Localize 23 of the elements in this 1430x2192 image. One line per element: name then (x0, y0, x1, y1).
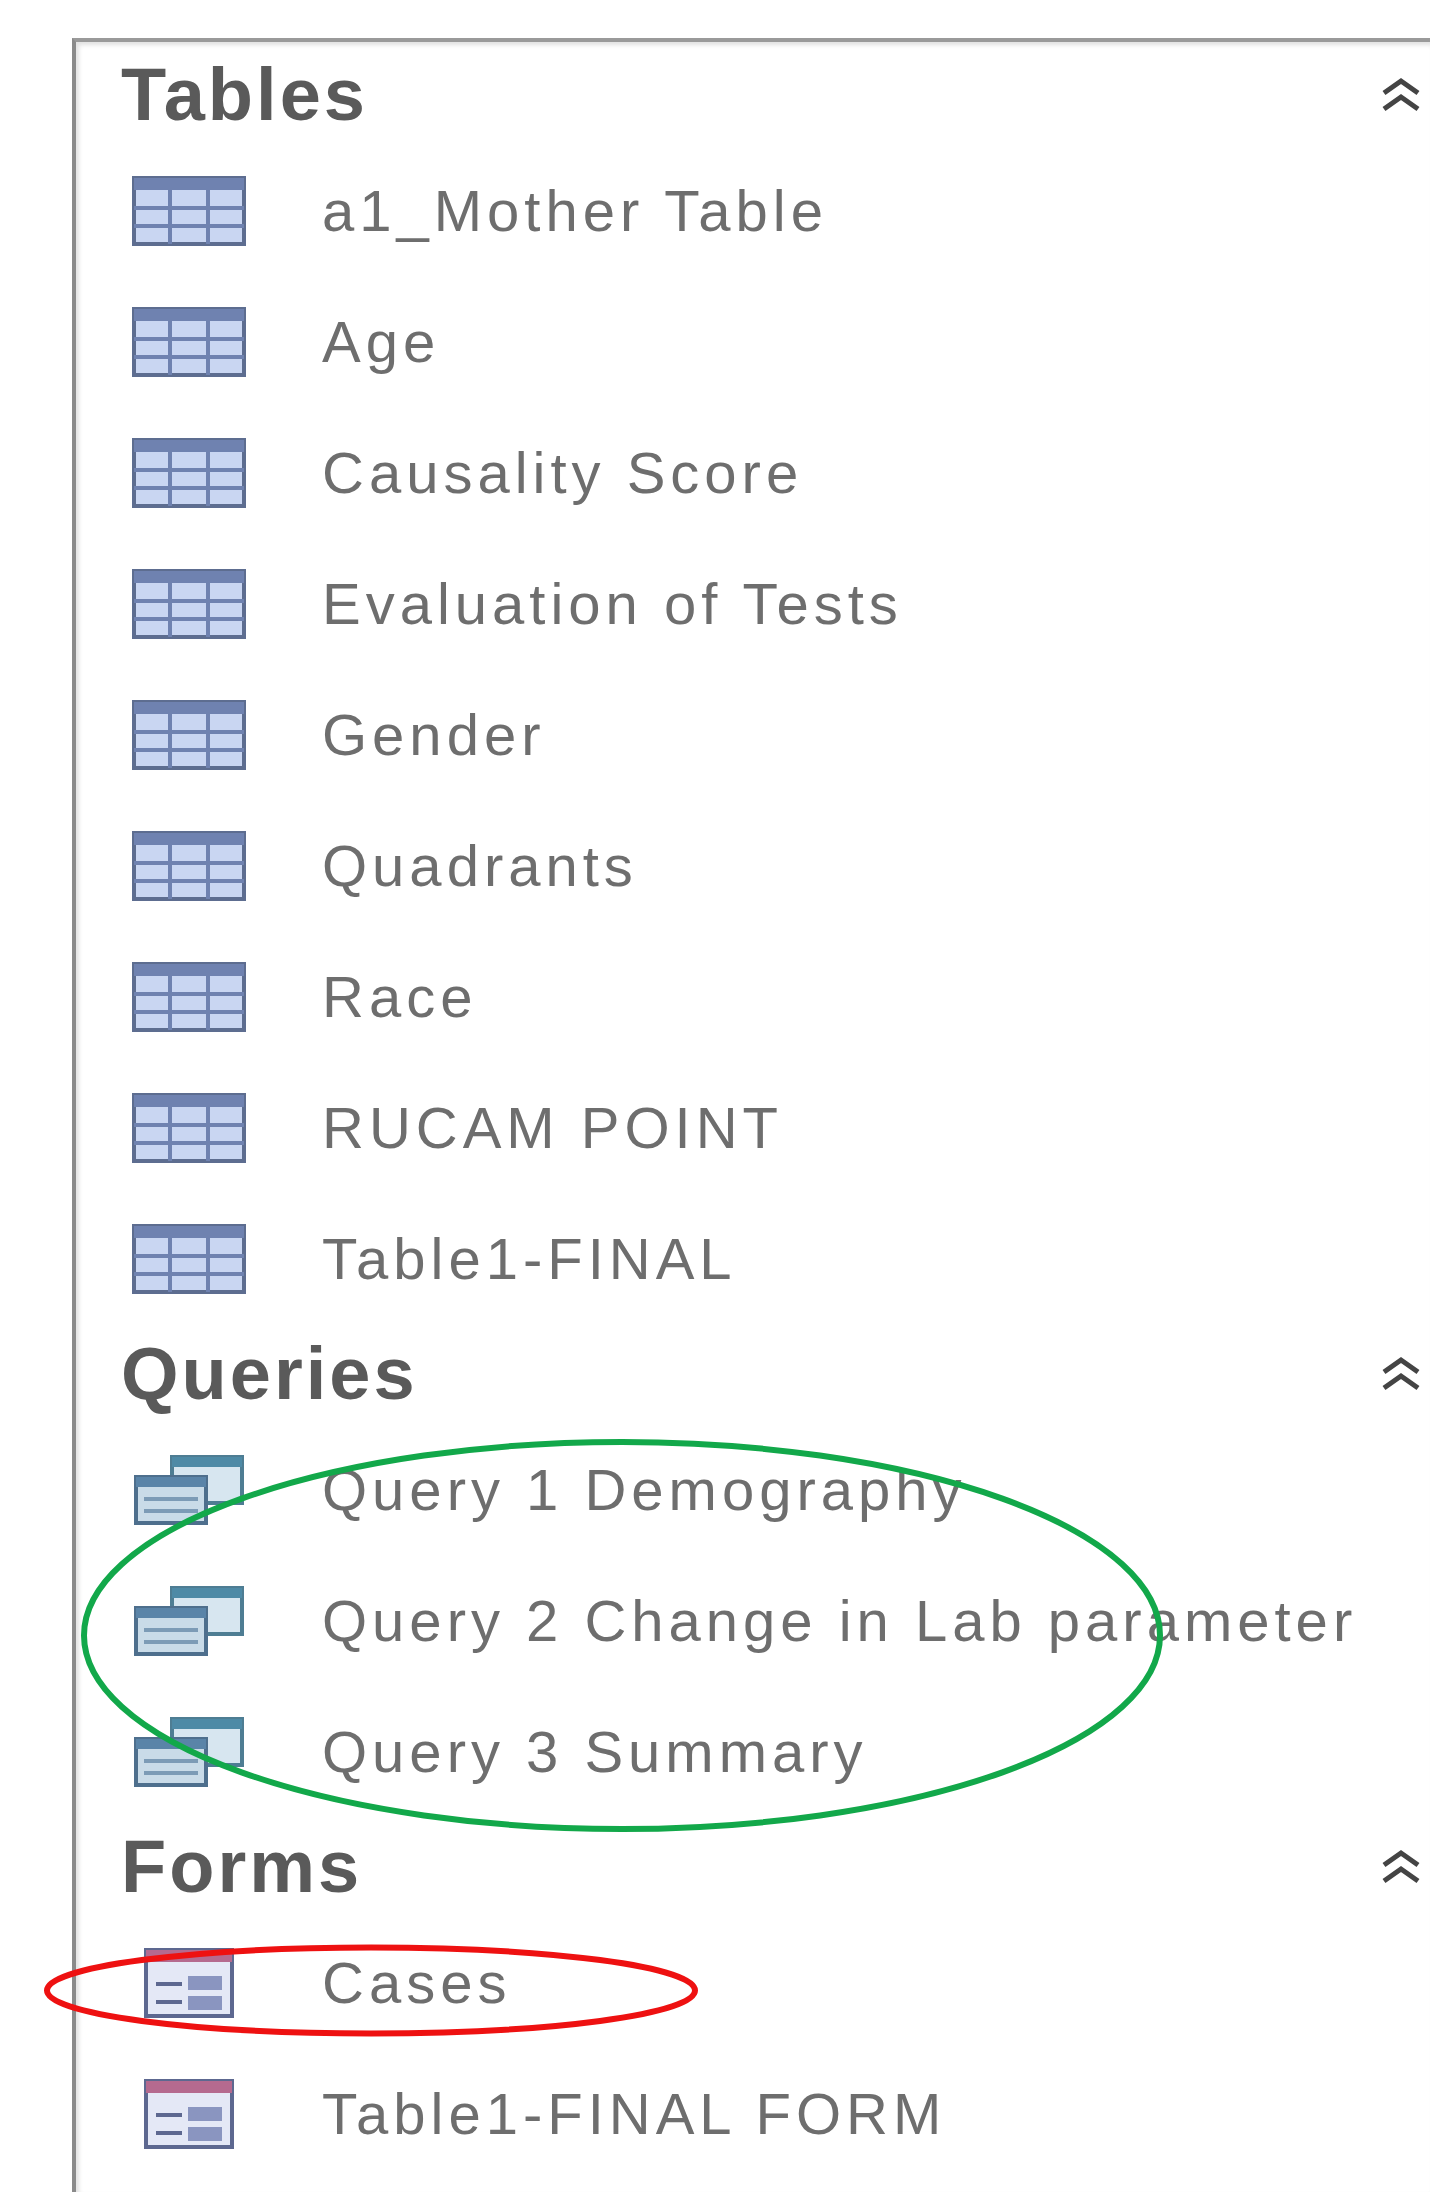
query-icon (132, 1585, 246, 1656)
table-icon (132, 699, 246, 770)
table-icon (132, 1223, 246, 1294)
nav-item[interactable]: Table1-FINAL FORM (322, 2084, 947, 2143)
nav-item[interactable]: Cases (322, 1953, 512, 2012)
section-header: Tables (121, 58, 368, 132)
table-icon (132, 1092, 246, 1163)
table-icon (132, 961, 246, 1032)
nav-item[interactable]: Evaluation of Tests (322, 574, 903, 633)
table-icon (132, 175, 246, 246)
nav-item[interactable]: Gender (322, 705, 546, 764)
nav-item[interactable]: a1_Mother Table (322, 181, 828, 240)
nav-item[interactable]: Quadrants (322, 836, 638, 895)
nav-item[interactable]: Table1-FINAL (322, 1229, 737, 1288)
nav-item[interactable]: RUCAM POINT (322, 1098, 783, 1157)
table-icon (132, 830, 246, 901)
table-icon (132, 306, 246, 377)
nav-item[interactable]: Race (322, 967, 478, 1026)
table-icon (132, 568, 246, 639)
table-icon (132, 437, 246, 508)
query-icon (132, 1716, 246, 1787)
query-icon (132, 1454, 246, 1525)
section-header: Forms (121, 1830, 363, 1904)
